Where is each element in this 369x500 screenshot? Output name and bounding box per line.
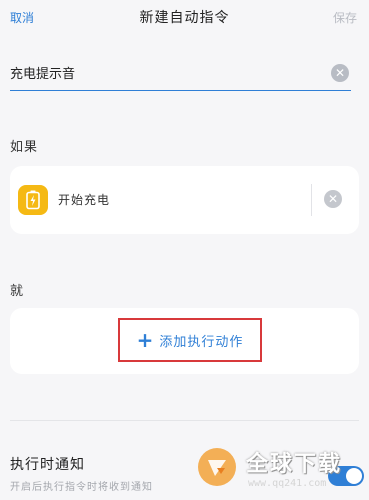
notification-title: 执行时通知 <box>10 457 85 473</box>
notification-description: 开启后执行指令时将收到通知 <box>10 482 153 493</box>
add-action-label: 添加执行动作 <box>159 334 244 350</box>
watermark: 全球下载 www.qq241.com <box>196 444 368 498</box>
divider <box>311 184 312 216</box>
condition-card[interactable]: 开始充电 ✕ <box>10 166 359 234</box>
watermark-title: 全球下载 <box>246 452 343 477</box>
command-name-field: ✕ <box>10 56 351 91</box>
condition-label: 开始充电 <box>58 193 111 207</box>
remove-condition-icon[interactable]: ✕ <box>324 190 342 208</box>
add-action-button[interactable]: + 添加执行动作 <box>118 318 262 362</box>
clear-icon[interactable]: ✕ <box>331 64 349 82</box>
battery-charging-icon <box>18 185 48 215</box>
top-bar: 取消 新建自动指令 保存 <box>0 0 369 36</box>
if-section-label: 如果 <box>10 140 39 155</box>
page-title: 新建自动指令 <box>139 10 230 26</box>
command-name-input[interactable] <box>10 60 310 84</box>
plus-icon: + <box>136 328 154 352</box>
divider <box>10 420 359 421</box>
save-button[interactable]: 保存 <box>333 9 357 26</box>
watermark-logo-icon <box>198 448 236 486</box>
action-card: + 添加执行动作 <box>10 308 359 374</box>
watermark-url: www.qq241.com <box>248 478 327 489</box>
then-section-label: 就 <box>10 284 25 299</box>
